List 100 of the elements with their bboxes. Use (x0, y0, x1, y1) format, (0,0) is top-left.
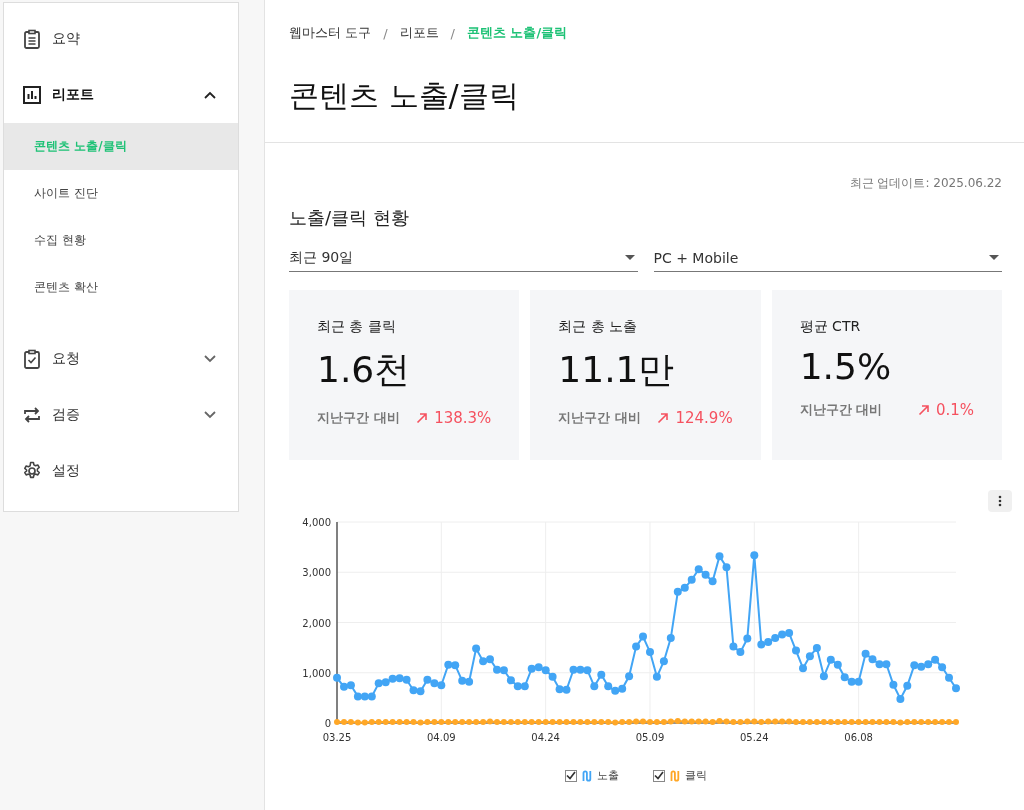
data-point (659, 657, 668, 666)
clipboard-check-icon (22, 349, 42, 369)
data-point (875, 660, 884, 669)
sidebar-subitem[interactable]: 콘텐츠 확산 (4, 264, 238, 311)
data-point (729, 642, 738, 651)
data-point (451, 661, 460, 670)
data-point (715, 552, 724, 561)
data-point (673, 587, 682, 596)
change-value: 138.3% (434, 409, 492, 427)
data-point (353, 692, 362, 701)
x-axis-label: 04.09 (427, 732, 456, 743)
change-value: 0.1% (935, 401, 974, 419)
data-point (917, 662, 926, 671)
data-point (381, 678, 390, 687)
data-point (750, 551, 759, 560)
data-point (499, 666, 508, 675)
legend-checkbox[interactable] (564, 769, 577, 782)
data-point (778, 630, 787, 639)
data-point (388, 674, 397, 683)
data-point (576, 665, 585, 674)
x-axis-label: 03.25 (322, 732, 352, 743)
data-point (611, 686, 620, 695)
data-point (367, 692, 376, 701)
data-point (771, 634, 780, 643)
sidebar-item[interactable]: 리포트 (4, 67, 238, 123)
stat-label: 최근 총 클릭 (317, 318, 397, 336)
more-options-button[interactable] (988, 490, 1012, 512)
last-updated-text: 최근 업데이트: 2025.06.22 (848, 175, 1002, 192)
legend-checkbox[interactable] (652, 769, 665, 782)
y-axis-label: 4,000 (302, 517, 331, 528)
data-point (805, 652, 814, 661)
y-axis-label: 2,000 (302, 617, 331, 629)
data-point (430, 679, 439, 688)
legend-label: 클릭 (684, 768, 707, 783)
change-value: 124.9% (675, 409, 733, 427)
comparison-label: 지난구간 대비 (799, 401, 883, 419)
data-point (833, 660, 842, 669)
sidebar-subitem[interactable]: 수집 현황 (4, 217, 238, 264)
data-point (722, 563, 731, 572)
data-point (562, 685, 571, 694)
clipboard-icon (22, 29, 42, 49)
data-point (583, 666, 592, 675)
page-title: 콘텐츠 노출/클릭 (289, 77, 520, 115)
data-point (680, 583, 689, 592)
data-point (896, 694, 905, 703)
stat-value: 11.1만 (558, 348, 676, 392)
dropdown-caret-icon (989, 255, 999, 260)
data-point (590, 682, 599, 691)
data-point (792, 646, 800, 655)
data-point (346, 681, 355, 690)
y-axis-label: 1,000 (302, 667, 331, 679)
trend-up-arrow-icon (416, 412, 429, 424)
data-point (527, 664, 536, 673)
x-axis-label: 06.08 (844, 732, 873, 743)
y-axis-label: 0 (324, 718, 331, 729)
x-axis-label: 05.24 (740, 732, 769, 743)
data-point (666, 634, 675, 643)
stat-value: 1.6천 (317, 348, 412, 392)
breadcrumb-separator: / (383, 25, 388, 41)
breadcrumb-link[interactable]: 리포트 (399, 24, 439, 42)
breadcrumb-link[interactable]: 웹마스터 도구 (289, 24, 372, 42)
data-point (799, 664, 807, 673)
dropdown-field[interactable]: PC + Mobile (653, 244, 1002, 272)
data-point (395, 674, 404, 683)
sidebar-item[interactable]: 설정 (4, 443, 238, 499)
trend-up-arrow-icon (917, 404, 930, 416)
data-point (625, 672, 634, 681)
sidebar-subitem[interactable]: 사이트 진단 (4, 170, 238, 217)
data-point (701, 570, 710, 579)
data-point (472, 644, 481, 653)
data-point (938, 663, 947, 672)
dropdown-field[interactable]: 최근 90일 (289, 244, 638, 272)
data-point (465, 677, 474, 686)
x-axis-label: 04.24 (531, 732, 560, 743)
sidebar-item[interactable]: 검증 (4, 387, 238, 443)
data-point (374, 679, 383, 688)
data-point (423, 675, 432, 684)
data-point (743, 634, 752, 643)
bar-chart-icon (22, 85, 42, 105)
data-point (534, 663, 543, 672)
data-point (458, 676, 467, 685)
data-point (520, 682, 529, 691)
data-point (812, 644, 821, 653)
sidebar-item[interactable]: 요청 (4, 331, 238, 387)
x-axis-label: 05.09 (635, 732, 665, 743)
data-point (632, 642, 641, 651)
data-point (618, 684, 627, 693)
data-point (708, 577, 717, 586)
gear-icon (22, 461, 42, 481)
data-point (854, 677, 863, 686)
data-point (924, 660, 933, 669)
section-title: 노출/클릭 현황 (289, 206, 410, 230)
data-point (604, 682, 613, 691)
data-point (736, 648, 745, 657)
stat-label: 최근 총 노출 (558, 318, 639, 336)
data-point (785, 629, 794, 638)
data-point (548, 672, 557, 681)
data-point (409, 686, 418, 695)
sidebar-item[interactable]: 요약 (4, 11, 238, 67)
data-point (952, 684, 960, 693)
